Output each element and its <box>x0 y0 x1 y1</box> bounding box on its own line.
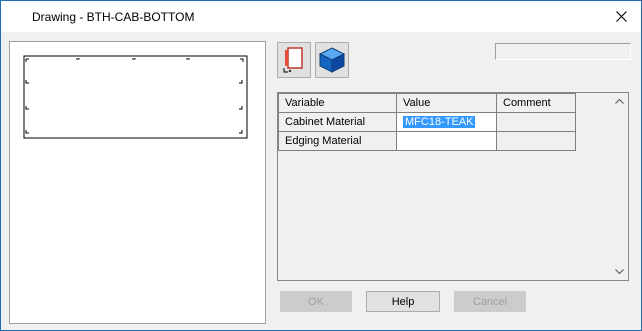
comment-cell[interactable] <box>496 131 576 151</box>
value-cell-text[interactable]: MFC18-TEAK <box>403 116 476 128</box>
close-button[interactable] <box>601 1 641 32</box>
drawing-preview <box>9 41 266 324</box>
drawing-sheet-icon <box>283 47 303 73</box>
dialog-window: Drawing - BTH-CAB-BOTTOM Variable Value … <box>0 0 642 331</box>
help-button[interactable]: Help <box>366 291 440 312</box>
vertical-scrollbar[interactable] <box>611 93 628 280</box>
status-field <box>495 43 631 60</box>
close-icon <box>615 11 627 22</box>
scroll-down-button[interactable] <box>611 263 628 280</box>
header-comment[interactable]: Comment <box>496 93 576 113</box>
scroll-up-button[interactable] <box>611 93 628 110</box>
header-variable[interactable]: Variable <box>278 93 397 113</box>
window-title: Drawing - BTH-CAB-BOTTOM <box>32 10 195 24</box>
header-value[interactable]: Value <box>396 93 497 113</box>
chevron-up-icon <box>615 99 624 104</box>
comment-cell[interactable] <box>496 112 576 132</box>
value-cell[interactable] <box>396 131 497 151</box>
cancel-button[interactable]: Cancel <box>454 291 526 312</box>
ok-button[interactable]: OK <box>280 291 352 312</box>
drawing-outline <box>23 55 248 139</box>
variable-cell[interactable]: Edging Material <box>278 131 397 151</box>
grid-area: Variable Value Comment Cabinet Material … <box>278 93 612 280</box>
table-row: Cabinet Material MFC18-TEAK <box>278 112 576 132</box>
3d-view-button[interactable] <box>315 42 349 78</box>
chevron-down-icon <box>615 269 624 274</box>
title-bar: Drawing - BTH-CAB-BOTTOM <box>1 1 641 32</box>
table-row: Edging Material <box>278 131 576 151</box>
drawing-sheet-button[interactable] <box>277 42 311 78</box>
3d-cube-icon <box>318 47 346 73</box>
variable-cell[interactable]: Cabinet Material <box>278 112 397 132</box>
grid-header-row: Variable Value Comment <box>278 93 576 113</box>
variables-grid: Variable Value Comment Cabinet Material … <box>277 92 629 281</box>
value-cell[interactable]: MFC18-TEAK <box>396 112 497 132</box>
